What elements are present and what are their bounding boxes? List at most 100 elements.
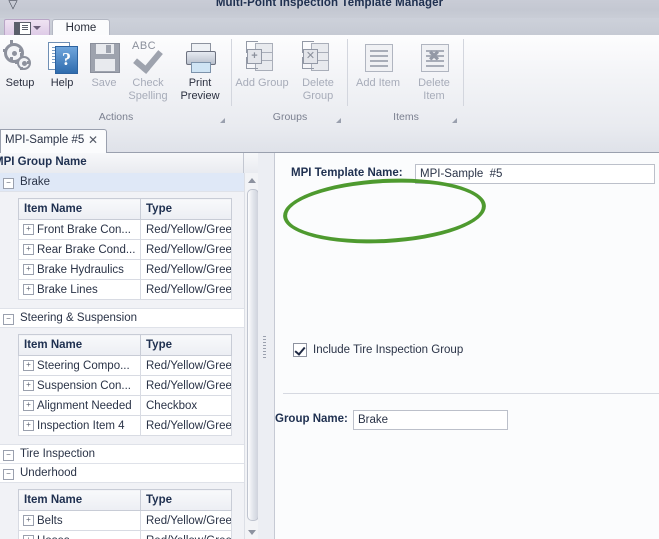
collapse-icon[interactable]: − — [3, 178, 14, 189]
item-name: Steering Compo... — [37, 359, 130, 372]
ribbon-button-check-spelling-label-line2: Spelling — [128, 90, 168, 102]
item-type: Red/Yellow/Green — [140, 279, 232, 300]
help-document-icon: ? — [45, 40, 79, 74]
expand-icon[interactable]: + — [23, 264, 34, 275]
spellcheck-icon: ABC — [131, 40, 165, 74]
table-row[interactable]: + Alignment Needed Checkbox — [18, 395, 232, 416]
groups-dialog-launcher-icon[interactable] — [336, 118, 341, 123]
item-name: Hoses — [37, 535, 70, 539]
item-type: Red/Yellow/Green — [140, 259, 232, 280]
section-divider — [283, 393, 659, 394]
grid-body: − Brake Item Name Type + Front Brake Con.… — [0, 173, 244, 539]
mpi-group-tree-panel: MPI Group Name − Brake Item Name Type + F… — [0, 153, 259, 539]
table-row[interactable]: + Inspection Item 4 Red/Yellow/Green — [18, 415, 232, 436]
column-header-item-name: Item Name — [18, 334, 141, 356]
column-header-mpi-group-name: MPI Group Name — [0, 156, 87, 168]
item-name: Inspection Item 4 — [37, 419, 125, 432]
group-row-tire-inspection[interactable]: − Tire Inspection — [0, 445, 244, 464]
scroll-down-arrow[interactable] — [245, 525, 258, 539]
group-row-steering-suspension[interactable]: − Steering & Suspension — [0, 309, 244, 328]
ribbon-button-delete-item[interactable]: ✖ Delete Item — [406, 38, 462, 106]
expand-icon[interactable]: + — [23, 515, 34, 526]
book-icon — [13, 21, 31, 35]
ribbon-button-delete-item-label-line1: Delete — [418, 77, 450, 89]
add-group-icon: + — [245, 40, 279, 74]
item-type: Red/Yellow/Green — [140, 375, 232, 396]
items-table: Item Name Type +Belts Red/Yellow/Green +… — [18, 489, 232, 539]
ribbon-button-delete-item-label-line2: Item — [423, 90, 445, 102]
table-row[interactable]: + Brake Lines Red/Yellow/Green — [18, 279, 232, 300]
ribbon-group-groups: + Add Group ✕ Delete Group Groups — [232, 35, 348, 126]
include-tire-inspection-group-label: Include Tire Inspection Group — [313, 344, 464, 356]
item-name: Front Brake Con... — [37, 223, 131, 236]
group-row-label: Steering & Suspension — [20, 312, 137, 324]
table-row[interactable]: + Belts Red/Yellow/Green — [18, 510, 232, 531]
item-type: Checkbox — [140, 395, 232, 416]
include-tire-inspection-group-checkbox[interactable] — [293, 343, 307, 357]
table-row[interactable]: +Hoses Red/Yellow/Green — [18, 530, 232, 539]
expand-icon[interactable]: + — [23, 360, 34, 371]
ribbon-button-add-item[interactable]: Add Item — [350, 38, 406, 106]
ribbon-button-delete-group-label-line2: Group — [302, 90, 334, 102]
table-header-row: Item Name Type — [18, 334, 232, 356]
table-row[interactable]: + Front Brake Con... Red/Yellow/Green — [18, 219, 232, 240]
group-row-underhood[interactable]: − Underhood — [0, 464, 244, 483]
splitter-grip[interactable] — [263, 336, 267, 360]
include-tire-inspection-group-row[interactable]: Include Tire Inspection Group — [293, 343, 463, 357]
gears-icon — [3, 40, 37, 74]
ribbon-button-add-item-label: Add Item — [355, 77, 401, 89]
template-detail-panel: MPI Template Name: Include Tire Inspecti… — [275, 153, 659, 539]
expand-icon[interactable]: + — [23, 380, 34, 391]
expand-icon[interactable]: + — [23, 224, 34, 235]
collapse-icon[interactable]: − — [3, 450, 14, 461]
ribbon-button-add-group[interactable]: + Add Group — [234, 38, 290, 106]
table-row[interactable]: + Rear Brake Cond... Red/Yellow/Green — [18, 239, 232, 260]
close-icon[interactable]: ✕ — [88, 133, 98, 147]
ribbon-group-actions-label: Actions — [98, 111, 134, 123]
item-name: Suspension Con... — [37, 379, 131, 392]
mpi-template-name-input[interactable] — [415, 164, 655, 184]
panel-splitter[interactable] — [258, 153, 275, 539]
column-header-type: Type — [140, 489, 232, 511]
item-name: Belts — [37, 514, 63, 527]
add-item-icon — [361, 40, 395, 74]
item-type: Red/Yellow/Green — [140, 239, 232, 260]
group-name-input[interactable] — [353, 410, 508, 430]
ribbon-button-delete-group[interactable]: ✕ Delete Group — [290, 38, 346, 106]
item-type: Red/Yellow/Green — [140, 510, 232, 531]
expand-icon[interactable]: + — [23, 420, 34, 431]
expand-icon[interactable]: + — [23, 284, 34, 295]
table-row[interactable]: + Steering Compo... Red/Yellow/Green — [18, 355, 232, 376]
column-header-type: Type — [140, 334, 232, 356]
group-row-brake[interactable]: − Brake — [0, 173, 244, 192]
ribbon-button-delete-group-label-line1: Delete — [302, 77, 334, 89]
collapse-icon[interactable]: − — [3, 314, 14, 325]
delete-group-icon: ✕ — [301, 40, 335, 74]
item-name: Brake Hydraulics — [37, 263, 124, 276]
items-dialog-launcher-icon[interactable] — [452, 118, 457, 123]
item-type: Red/Yellow/Green — [140, 219, 232, 240]
expand-icon[interactable]: + — [23, 535, 34, 539]
scroll-up-arrow[interactable] — [245, 173, 258, 187]
printer-icon — [183, 40, 217, 74]
ribbon-button-print-preview-label-line2: Preview — [180, 90, 220, 102]
ribbon-tab-strip: Home — [0, 18, 659, 37]
table-row[interactable]: + Suspension Con... Red/Yellow/Green — [18, 375, 232, 396]
actions-dialog-launcher-icon[interactable] — [220, 118, 225, 123]
delete-item-icon: ✖ — [417, 40, 451, 74]
ribbon-group-actions: Setup ? Help Save ABC Check Spelling Pri… — [0, 35, 232, 126]
window-title: Multi-Point Inspection Template Manager — [215, 0, 444, 9]
document-tab-mpi-sample-5[interactable]: MPI-Sample #5 ✕ — [0, 129, 107, 154]
left-panel-scrollbar[interactable] — [244, 173, 258, 539]
ribbon-button-check-spelling[interactable]: ABC Check Spelling — [120, 38, 176, 106]
title-bar: ▽​ Multi-Point Inspection Template Manag… — [0, 0, 659, 19]
expand-icon[interactable]: + — [23, 244, 34, 255]
document-tab-label: MPI-Sample #5 — [5, 134, 85, 146]
table-row[interactable]: + Brake Hydraulics Red/Yellow/Green — [18, 259, 232, 280]
floppy-disk-icon — [87, 40, 121, 74]
table-header-row: Item Name Type — [18, 489, 232, 511]
collapse-icon[interactable]: − — [3, 469, 14, 480]
ribbon-button-print-preview[interactable]: Print Preview — [172, 38, 228, 106]
group-row-label: Underhood — [20, 467, 77, 479]
expand-icon[interactable]: + — [23, 400, 34, 411]
